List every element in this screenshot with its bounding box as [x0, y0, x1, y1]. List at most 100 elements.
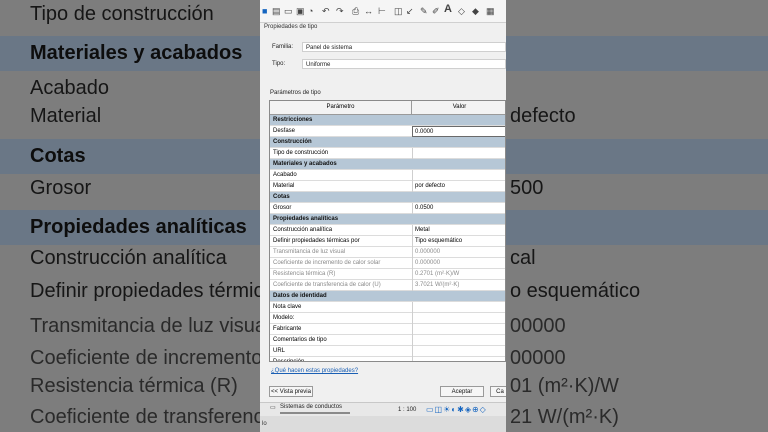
- parameter-name: Coeficiente de transferencia de calor (U…: [273, 282, 381, 288]
- parameter-name: Transmitancia de luz visual: [273, 249, 346, 255]
- text-icon[interactable]: A: [444, 4, 452, 15]
- preview-button[interactable]: << Vista previa: [269, 386, 313, 397]
- close-hidden-icon[interactable]: ▦: [486, 6, 495, 16]
- group-header-label: Datos de identidad: [273, 293, 327, 299]
- group-header-label: Materiales y acabados: [273, 161, 337, 167]
- parameter-value[interactable]: 0.0500: [412, 203, 505, 214]
- background-row-value: defecto: [510, 105, 576, 127]
- parameter-row[interactable]: URL: [270, 346, 505, 357]
- save-icon[interactable]: ▣: [296, 6, 305, 16]
- parameter-value[interactable]: 0.000000: [412, 258, 505, 269]
- view-control-icons[interactable]: ▭◫☀◐✱◈⊕◇: [426, 405, 487, 414]
- parameter-value[interactable]: [412, 324, 505, 335]
- open-icon[interactable]: ▤: [272, 6, 281, 16]
- parameter-value[interactable]: 3.7021 W/(m²·K): [412, 280, 505, 291]
- background-row-value: 01 (m²·K)/W: [510, 375, 619, 397]
- parameter-name: Nota clave: [273, 304, 302, 310]
- dimension-icon[interactable]: ⊢: [378, 6, 386, 16]
- group-header-row[interactable]: Cotas: [270, 192, 505, 203]
- pencil-icon[interactable]: ✎: [420, 6, 428, 16]
- group-header-row[interactable]: Materiales y acabados: [270, 159, 505, 170]
- parameter-row[interactable]: Coeficiente de transferencia de calor (U…: [270, 280, 505, 291]
- parameter-name: Desfase: [273, 128, 296, 134]
- background-row-label: Grosor: [30, 177, 92, 199]
- group-header-label: Cotas: [273, 194, 290, 200]
- background-row-value: o esquemático: [510, 280, 641, 302]
- sync-icon[interactable]: ◔: [308, 6, 313, 16]
- accept-button[interactable]: Aceptar: [440, 386, 484, 397]
- parameter-value[interactable]: Metal: [412, 225, 505, 236]
- bottom-bar: lo: [260, 416, 506, 432]
- tree-item-label[interactable]: Sistemas de conductos: [280, 404, 342, 410]
- type-select[interactable]: Uniforme: [302, 59, 506, 69]
- parameter-row[interactable]: Material por defecto: [270, 181, 505, 192]
- scrollbar[interactable]: [280, 412, 350, 414]
- parameter-row[interactable]: Grosor 0.0500: [270, 203, 505, 214]
- background-row-value: 00000: [510, 315, 566, 337]
- type-label: Tipo:: [272, 61, 286, 67]
- background-row-value: cal: [510, 247, 536, 269]
- measure-icon[interactable]: ↔: [364, 6, 373, 16]
- parameter-row[interactable]: Definir propiedades térmicas por Tipo esq…: [270, 236, 505, 247]
- background-row-label: Transmitancia de luz visual: [30, 315, 271, 337]
- folder-icon[interactable]: ▭: [284, 6, 293, 16]
- parameter-row[interactable]: Nota clave: [270, 302, 505, 313]
- cancel-button[interactable]: Ca: [490, 386, 506, 397]
- parameter-value[interactable]: [412, 335, 505, 346]
- group-header-row[interactable]: Restricciones: [270, 115, 505, 126]
- bottom-bar-text: lo: [262, 421, 267, 427]
- revit-window: ■ ▤ ▭ ▣ ◔ ↶ ↷ ⎙ ↔ ⊢ ◫ ↙ ✎ ✐ A ◇ ◆ ▦ Prop…: [260, 0, 506, 432]
- print-icon[interactable]: ⎙: [352, 6, 359, 16]
- parameter-row[interactable]: Comentarios de tipo: [270, 335, 505, 346]
- help-link[interactable]: ¿Qué hacen estas propiedades?: [271, 368, 358, 374]
- parameter-value[interactable]: [412, 313, 505, 324]
- parameter-name: Grosor: [273, 205, 292, 211]
- section-icon[interactable]: ◆: [472, 6, 479, 16]
- arrow-icon[interactable]: ↙: [406, 6, 414, 16]
- parameter-row[interactable]: Construcción analítica Metal: [270, 225, 505, 236]
- parameter-value[interactable]: por defecto: [412, 181, 505, 192]
- tag-icon[interactable]: ◫: [394, 6, 403, 16]
- background-row-label: Cotas: [30, 145, 86, 167]
- parameter-name: URL: [273, 348, 286, 354]
- parameter-value[interactable]: [412, 346, 505, 357]
- parameter-value[interactable]: [412, 170, 505, 181]
- parameter-value[interactable]: 0.000000: [412, 247, 505, 258]
- tree-item-icon: ▭: [270, 405, 276, 411]
- parameter-row[interactable]: Coeficiente de incremento de calor solar…: [270, 258, 505, 269]
- group-header-row[interactable]: Datos de identidad: [270, 291, 505, 302]
- parameter-row[interactable]: Transmitancia de luz visual 0.000000: [270, 247, 505, 258]
- column-header-value[interactable]: Valor: [412, 101, 505, 114]
- parameter-name: Descripción: [273, 359, 305, 362]
- background-row-label: Coeficiente de transferenc: [30, 406, 264, 428]
- background-row-label: Tipo de construcción: [30, 3, 214, 25]
- parameter-row[interactable]: Fabricante: [270, 324, 505, 335]
- redo-icon[interactable]: ↷: [336, 6, 344, 16]
- 3d-view-icon[interactable]: ◇: [458, 6, 465, 16]
- pen-icon[interactable]: ✐: [432, 6, 440, 16]
- family-select[interactable]: Panel de sistema: [302, 42, 506, 52]
- parameter-name: Material: [273, 183, 295, 189]
- parameter-value[interactable]: [412, 357, 505, 361]
- parameter-name: Fabricante: [273, 326, 302, 332]
- undo-icon[interactable]: ↶: [322, 6, 330, 16]
- parameter-value[interactable]: 0.2701 (m²·K)/W: [412, 269, 505, 280]
- parameter-row[interactable]: Tipo de construcción: [270, 148, 505, 159]
- parameter-value[interactable]: [412, 302, 505, 313]
- parameter-row[interactable]: Descripción: [270, 357, 505, 362]
- app-icon[interactable]: ■: [262, 6, 267, 16]
- parameter-row[interactable]: Modelo:: [270, 313, 505, 324]
- scale-value[interactable]: 1 : 100: [398, 407, 416, 413]
- group-header-row[interactable]: Construcción: [270, 137, 505, 148]
- parameter-value[interactable]: 0.0000: [412, 126, 505, 137]
- parameter-row[interactable]: Resistencia térmica (R) 0.2701 (m²·K)/W: [270, 269, 505, 280]
- status-bar: ▭ Sistemas de conductos 1 : 100 ▭◫☀◐✱◈⊕◇: [260, 402, 506, 417]
- group-header-row[interactable]: Propiedades analíticas: [270, 214, 505, 225]
- parameter-value[interactable]: [412, 148, 505, 159]
- background-row-label: Propiedades analíticas: [30, 216, 247, 238]
- parameter-row[interactable]: Desfase 0.0000: [270, 126, 505, 137]
- column-header-parameter[interactable]: Parámetro: [270, 101, 412, 114]
- background-row-label: Material: [30, 105, 102, 127]
- parameter-row[interactable]: Acabado: [270, 170, 505, 181]
- parameter-value[interactable]: Tipo esquemático: [412, 236, 505, 247]
